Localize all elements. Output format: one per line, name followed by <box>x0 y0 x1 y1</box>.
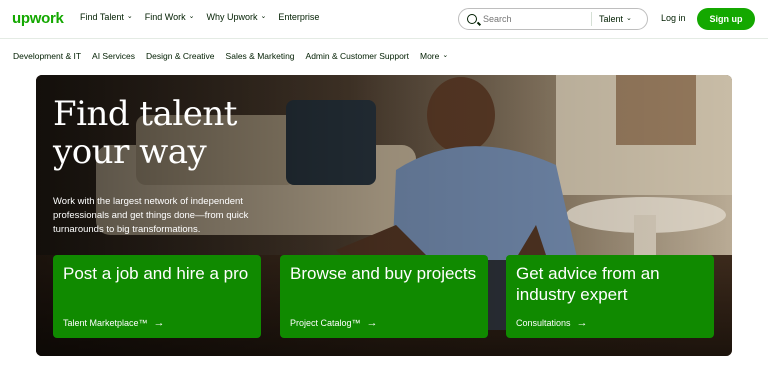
card-get-advice[interactable]: Get advice from an industry expert Consu… <box>506 255 714 338</box>
card-post-job-link[interactable]: Talent Marketplace™ → <box>63 317 165 329</box>
upwork-logo[interactable]: upwork <box>12 10 64 27</box>
search-bar: Talent ⌄ <box>458 8 648 30</box>
nav-enterprise[interactable]: Enterprise <box>278 12 319 22</box>
nav-find-work[interactable]: Find Work ⌄ <box>145 12 195 22</box>
hero-subtitle: Work with the largest network of indepen… <box>53 196 249 235</box>
search-divider <box>591 12 592 26</box>
card-get-advice-link-label: Consultations <box>516 318 571 328</box>
nav-why-upwork[interactable]: Why Upwork ⌄ <box>206 12 266 22</box>
category-sales-marketing[interactable]: Sales & Marketing <box>226 51 295 61</box>
nav-why-upwork-label: Why Upwork <box>206 12 258 22</box>
chevron-down-icon: ⌄ <box>126 13 133 20</box>
card-browse-projects-title: Browse and buy projects <box>290 264 477 283</box>
category-nav: Development & IT AI Services Design & Cr… <box>0 38 768 73</box>
nav-find-talent-label: Find Talent <box>80 12 124 22</box>
category-development-it[interactable]: Development & IT <box>13 51 81 61</box>
category-more-label: More <box>420 51 440 61</box>
card-get-advice-link[interactable]: Consultations → <box>516 317 588 329</box>
chevron-down-icon: ⌄ <box>188 13 195 20</box>
search-scope-label: Talent <box>599 14 624 24</box>
chevron-down-icon: ⌄ <box>260 13 267 20</box>
main-nav: Find Talent ⌄ Find Work ⌄ Why Upwork ⌄ E… <box>80 12 319 22</box>
card-browse-projects-link-label: Project Catalog™ <box>290 318 361 328</box>
arrow-right-icon: → <box>366 317 378 329</box>
login-link[interactable]: Log in <box>661 13 686 23</box>
card-post-job[interactable]: Post a job and hire a pro Talent Marketp… <box>53 255 261 338</box>
search-input[interactable] <box>483 14 591 24</box>
arrow-right-icon: → <box>153 317 165 329</box>
category-more[interactable]: More ⌄ <box>420 51 448 61</box>
top-nav: upwork Find Talent ⌄ Find Work ⌄ Why Upw… <box>0 0 768 38</box>
card-browse-projects[interactable]: Browse and buy projects Project Catalog™… <box>280 255 488 338</box>
category-design-creative[interactable]: Design & Creative <box>146 51 215 61</box>
card-post-job-title: Post a job and hire a pro <box>63 264 249 283</box>
chevron-down-icon: ⌄ <box>442 52 449 59</box>
hero-title-line1: Find talent <box>53 94 237 134</box>
card-browse-projects-link[interactable]: Project Catalog™ → <box>290 317 378 329</box>
nav-enterprise-label: Enterprise <box>278 12 320 22</box>
signup-button[interactable]: Sign up <box>697 8 755 30</box>
search-scope-dropdown[interactable]: Talent ⌄ <box>599 14 632 24</box>
chevron-down-icon: ⌄ <box>626 15 632 22</box>
card-get-advice-title: Get advice from an industry expert <box>516 264 660 304</box>
card-post-job-link-label: Talent Marketplace™ <box>63 318 148 328</box>
category-ai-services[interactable]: AI Services <box>92 51 135 61</box>
hero-section: Find talent your way Work with the large… <box>36 75 732 356</box>
nav-find-talent[interactable]: Find Talent ⌄ <box>80 12 133 22</box>
category-admin-support[interactable]: Admin & Customer Support <box>306 51 409 61</box>
nav-find-work-label: Find Work <box>144 12 186 22</box>
hero-title: Find talent your way <box>53 95 323 171</box>
arrow-right-icon: → <box>576 317 588 329</box>
search-icon[interactable] <box>467 14 477 24</box>
hero-title-line2: your way <box>53 132 207 172</box>
